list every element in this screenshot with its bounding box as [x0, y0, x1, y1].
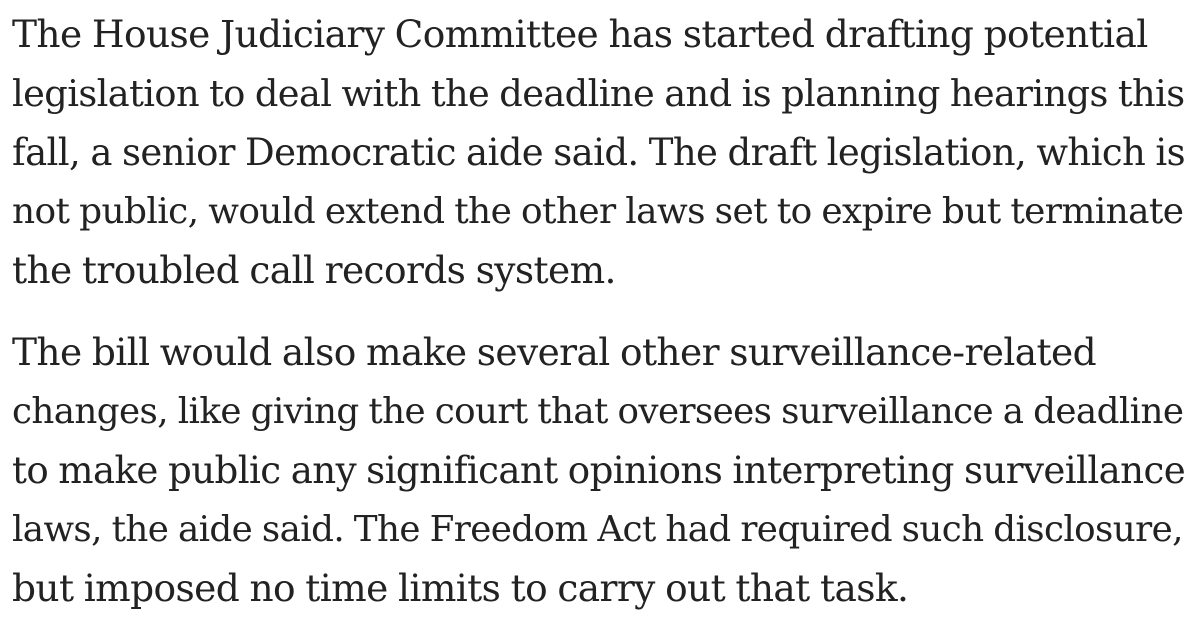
paragraph-line: to make public any significant opinions … [12, 448, 1186, 492]
paragraph-line: but imposed no time limits to carry out … [12, 566, 909, 610]
article-paragraph-1: The House Judiciary Committee has starte… [12, 5, 1192, 300]
paragraph-line: legislation to deal with the deadline an… [12, 72, 1185, 115]
article-body: The House Judiciary Committee has starte… [12, 5, 1192, 618]
paragraph-line: changes, like giving the court that over… [12, 391, 1184, 432]
paragraph-line: fall, a senior Democratic aide said. The… [12, 131, 1186, 174]
article-paragraph-2: The bill would also make several other s… [12, 323, 1192, 618]
paragraph-line: The bill would also make several other s… [12, 330, 1097, 374]
paragraph-line: laws, the aide said. The Freedom Act had… [12, 509, 1183, 550]
paragraph-line: not public, would extend the other laws … [12, 191, 1184, 232]
paragraph-line: The House Judiciary Committee has starte… [12, 12, 1148, 56]
paragraph-line: the troubled call records system. [12, 248, 616, 292]
